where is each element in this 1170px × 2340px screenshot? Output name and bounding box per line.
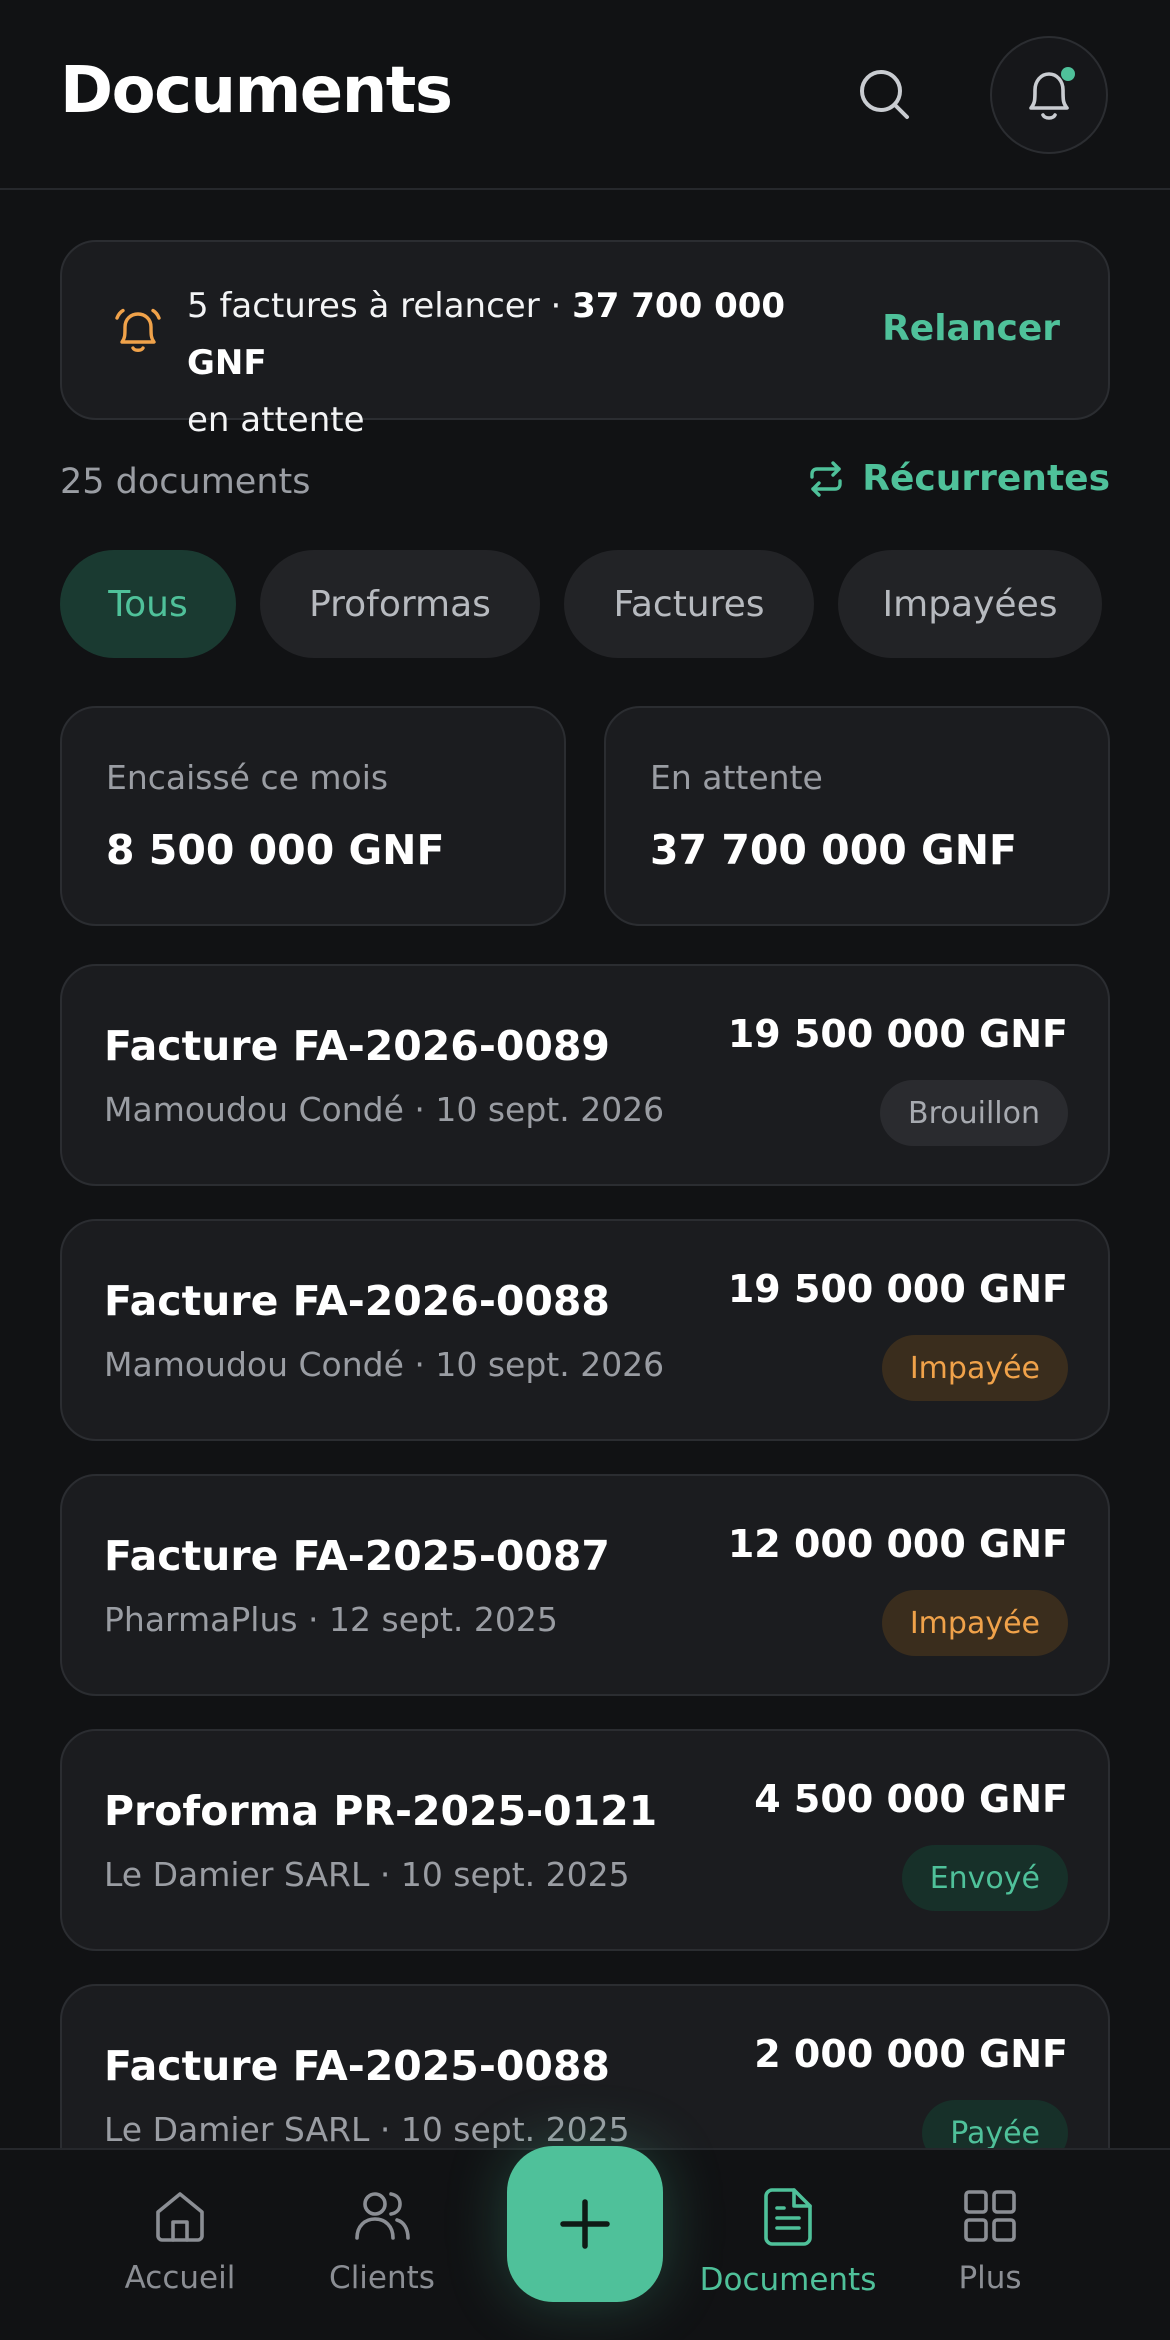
reminder-suffix: en attente [187,400,365,440]
filter-proformas[interactable]: Proformas [260,550,540,658]
documents-screen: Documents 5 factures à relancer · 37 700… [0,0,1170,2340]
document-card[interactable]: Facture FA-2025-0087 PharmaPlus · 12 sep… [60,1474,1110,1696]
nav-label: Accueil [124,2260,236,2296]
users-icon [355,2192,410,2240]
document-title: Facture FA-2026-0089 [104,1022,610,1070]
document-subtitle: Mamoudou Condé · 10 sept. 2026 [104,1090,665,1129]
filter-tous[interactable]: Tous [60,550,236,658]
reminder-prefix: 5 factures à relancer · [187,286,573,326]
bell-icon [115,308,161,352]
nav-item-clients[interactable]: Clients [292,2186,472,2296]
notifications-button[interactable] [990,36,1108,154]
filter-impayees[interactable]: Impayées [838,550,1102,658]
grid-icon [964,2190,1016,2242]
stat-card-en-attente: En attente 37 700 000 GNF [604,706,1110,926]
nav-label: Clients [329,2260,435,2296]
nav-item-plus[interactable]: Plus [900,2186,1080,2296]
stat-label: En attente [650,758,823,797]
document-card[interactable]: Proforma PR-2025-0121 Le Damier SARL · 1… [60,1729,1110,1951]
document-title: Facture FA-2025-0088 [104,2042,610,2090]
nav-item-accueil[interactable]: Accueil [90,2186,270,2296]
document-amount: 19 500 000 GNF [727,1012,1068,1056]
header: Documents [0,0,1170,190]
document-amount: 2 000 000 GNF [754,2032,1068,2076]
stat-card-encaisse: Encaissé ce mois 8 500 000 GNF [60,706,566,926]
document-amount: 19 500 000 GNF [727,1267,1068,1311]
document-title: Proforma PR-2025-0121 [104,1787,658,1835]
document-subtitle: Le Damier SARL · 10 sept. 2025 [104,2110,630,2149]
relancer-button[interactable]: Relancer [882,308,1060,349]
status-badge: Envoyé [901,1845,1068,1911]
document-title: Facture FA-2025-0087 [104,1532,610,1580]
nav-item-documents[interactable]: Documents [698,2186,878,2298]
search-button[interactable] [850,60,918,128]
stat-value: 8 500 000 GNF [106,826,445,874]
page-title: Documents [60,54,453,128]
reminder-message: 5 factures à relancer · 37 700 000 GNF en… [187,278,867,449]
stat-value: 37 700 000 GNF [650,826,1018,874]
stat-label: Encaissé ce mois [106,758,389,797]
status-badge: Impayée [881,1590,1068,1656]
recurrent-label: Récurrentes [862,458,1110,499]
reminder-banner: 5 factures à relancer · 37 700 000 GNF en… [60,240,1110,440]
unread-indicator [1061,67,1075,81]
nav-label: Plus [958,2260,1022,2296]
document-subtitle: PharmaPlus · 12 sept. 2025 [104,1600,558,1639]
nav-label: Documents [699,2262,877,2298]
status-badge: Impayée [881,1335,1068,1401]
document-card[interactable]: Facture FA-2026-0089 Mamoudou Condé · 10… [60,964,1110,1186]
document-title: Facture FA-2026-0088 [104,1277,610,1325]
document-amount: 12 000 000 GNF [727,1522,1068,1566]
document-subtitle: Le Damier SARL · 10 sept. 2025 [104,1855,630,1894]
filter-factures[interactable]: Factures [564,550,814,658]
status-badge: Brouillon [880,1080,1068,1146]
document-count: 25 documents [60,462,311,502]
plus-icon [560,2199,610,2249]
recurrent-link[interactable]: Récurrentes [806,458,1110,499]
document-amount: 4 500 000 GNF [754,1777,1068,1821]
repeat-icon [810,460,842,497]
search-icon [860,70,909,119]
document-icon [764,2188,812,2246]
home-icon [156,2192,204,2242]
document-card[interactable]: Facture FA-2026-0088 Mamoudou Condé · 10… [60,1219,1110,1441]
create-document-button[interactable] [507,2146,663,2302]
document-subtitle: Mamoudou Condé · 10 sept. 2026 [104,1345,665,1384]
